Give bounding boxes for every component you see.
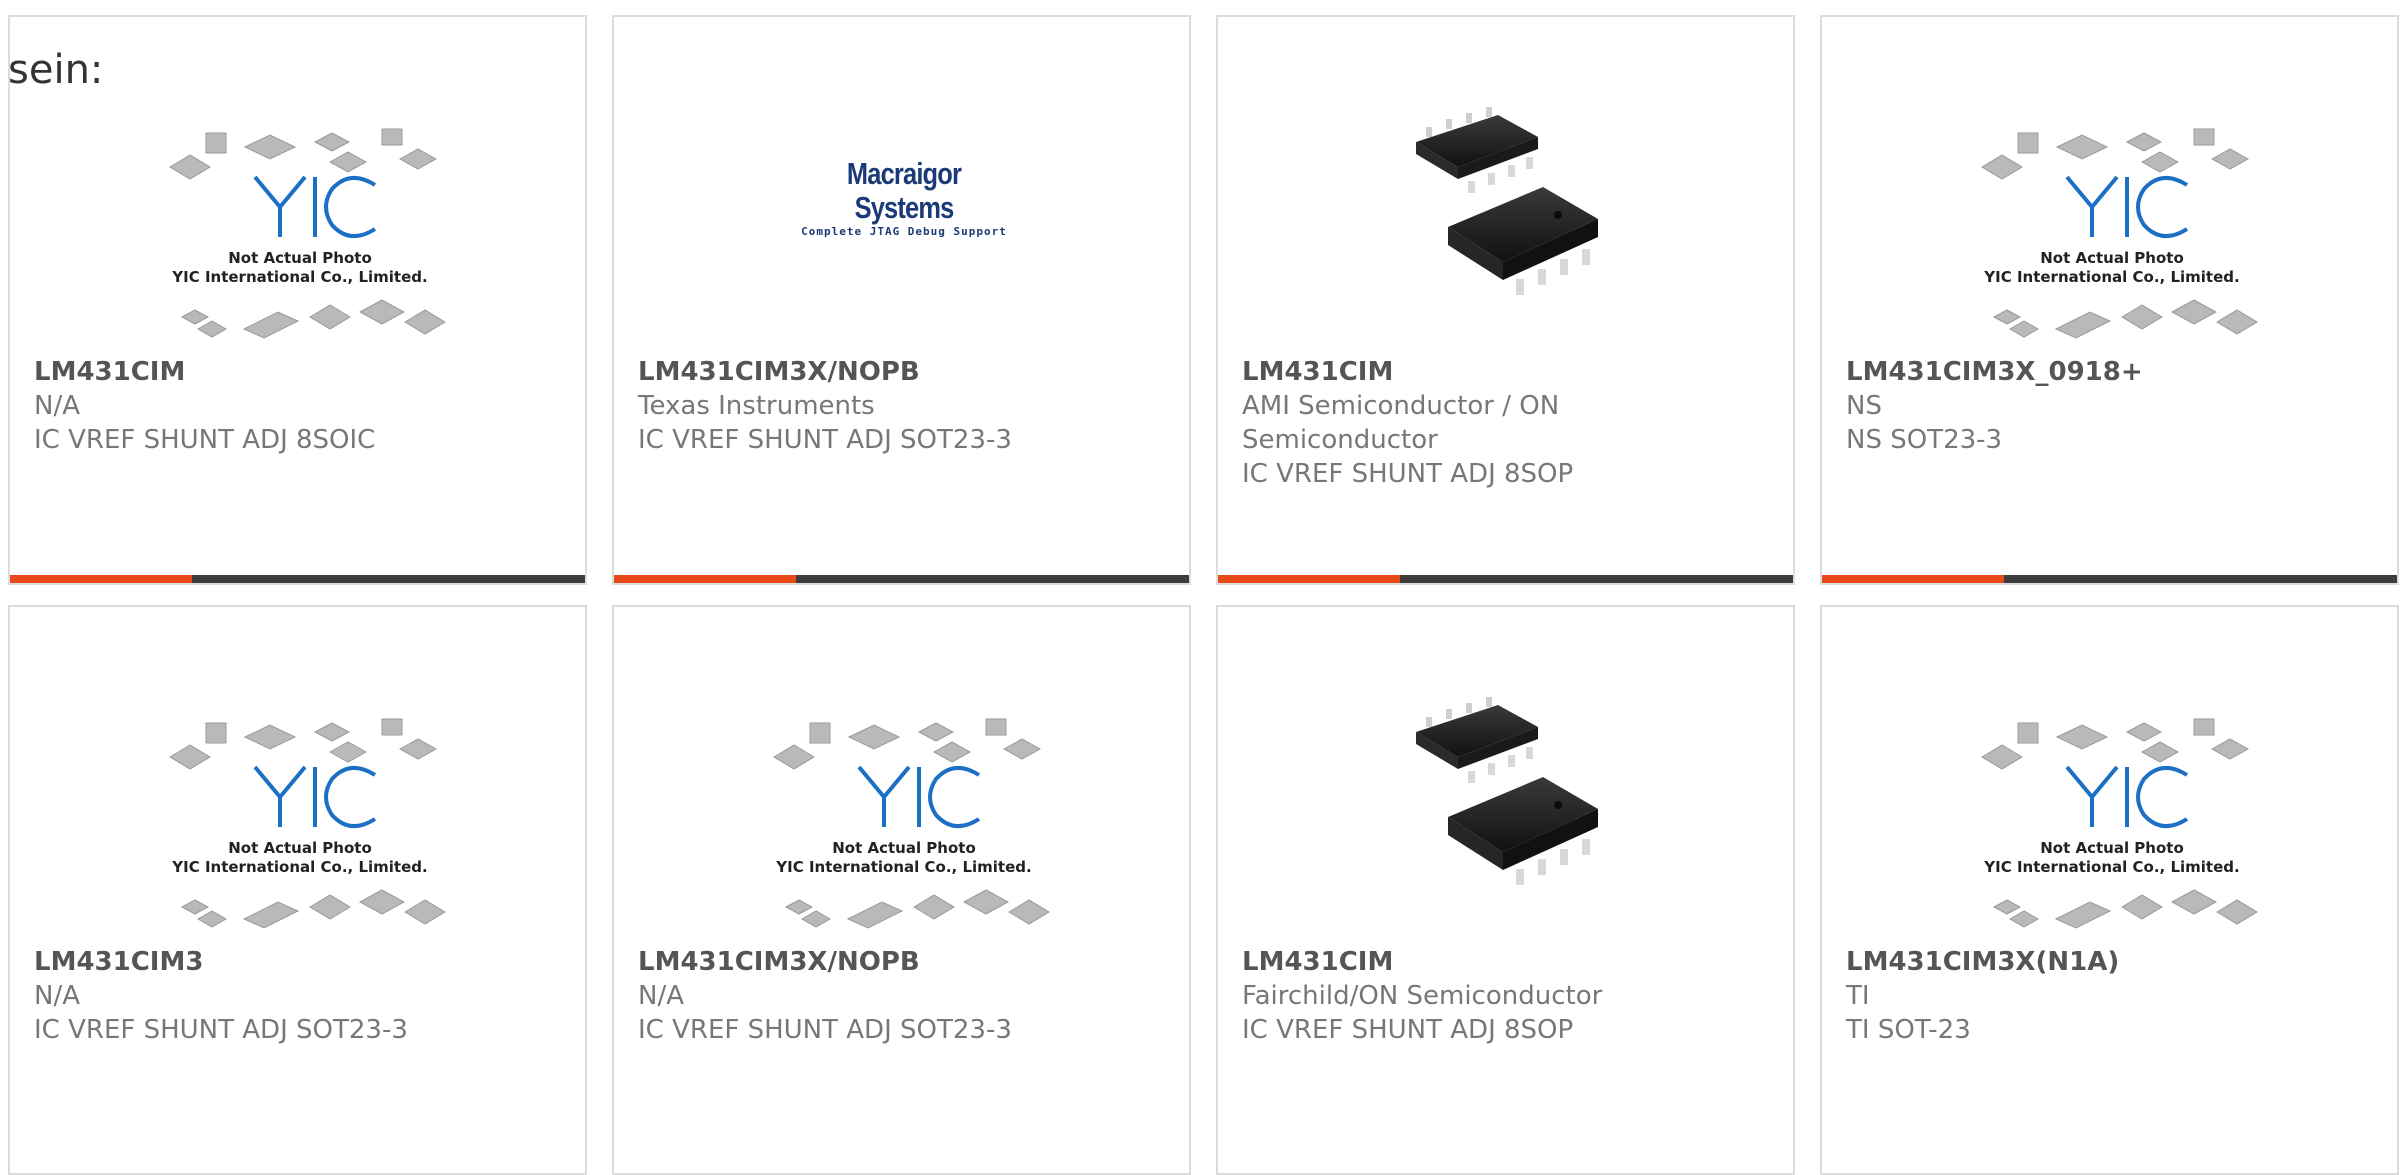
svg-text:YIC International Co., Limited: YIC International Co., Limited. — [171, 268, 427, 286]
svg-text:YIC International Co., Limited: YIC International Co., Limited. — [1983, 268, 2239, 286]
product-grid: Not Actual Photo YIC International Co., … — [8, 15, 2399, 1175]
svg-text:Not Actual Photo: Not Actual Photo — [2040, 839, 2184, 857]
macraigor-logo[interactable]: Macraigor Systems Complete JTAG Debug Su… — [794, 156, 1014, 239]
svg-text:Not Actual Photo: Not Actual Photo — [228, 249, 372, 267]
chip-placeholder-icon: Not Actual Photo YIC International Co., … — [773, 718, 1050, 929]
svg-text:YIC International Co., Limited: YIC International Co., Limited. — [171, 858, 427, 876]
chip-placeholder-icon: Not Actual Photo YIC International Co., … — [1981, 718, 2258, 929]
manufacturer: N/A — [34, 981, 80, 1011]
svg-text:Not Actual Photo: Not Actual Photo — [228, 839, 372, 857]
description: NS SOT23-3 — [1846, 425, 2003, 455]
product-image-placeholder[interactable]: Not Actual Photo YIC International Co., … — [1932, 107, 2292, 357]
product-card[interactable]: Not Actual Photo YIC International Co., … — [8, 15, 587, 585]
product-card[interactable]: Not Actual Photo YIC International Co., … — [1820, 605, 2399, 1175]
product-info: LM431CIM Fairchild/ON Semiconductor IC V… — [1242, 945, 1762, 1047]
product-image-placeholder[interactable]: Not Actual Photo YIC International Co., … — [724, 697, 1084, 947]
part-number[interactable]: LM431CIM3X/NOPB — [638, 355, 1158, 389]
product-info: LM431CIM3X_0918+ NS NS SOT23-3 — [1846, 355, 2366, 457]
product-info: LM431CIM3X(N1A) TI TI SOT-23 — [1846, 945, 2366, 1047]
part-number[interactable]: LM431CIM3X(N1A) — [1846, 945, 2366, 979]
manufacturer: N/A — [638, 981, 684, 1011]
manufacturer: TI — [1846, 981, 1870, 1011]
svg-text:YIC International Co., Limited: YIC International Co., Limited. — [1983, 858, 2239, 876]
product-info: LM431CIM N/A IC VREF SHUNT ADJ 8SOIC — [34, 355, 554, 457]
product-image-placeholder[interactable]: Not Actual Photo YIC International Co., … — [120, 107, 480, 357]
card-accent-bar — [1822, 575, 2397, 583]
manufacturer: AMI Semiconductor / ON Semiconductor — [1242, 391, 1560, 455]
card-accent-bar — [614, 575, 1189, 583]
product-image-placeholder[interactable]: Not Actual Photo YIC International Co., … — [1932, 697, 2292, 947]
description: IC VREF SHUNT ADJ SOT23-3 — [34, 1015, 408, 1045]
part-number[interactable]: LM431CIM — [1242, 945, 1762, 979]
description: IC VREF SHUNT ADJ 8SOP — [1242, 459, 1574, 489]
manufacturer: N/A — [34, 391, 80, 421]
product-card[interactable]: Macraigor Systems Complete JTAG Debug Su… — [612, 15, 1191, 585]
product-info: LM431CIM AMI Semiconductor / ON Semicond… — [1242, 355, 1762, 491]
description: IC VREF SHUNT ADJ SOT23-3 — [638, 425, 1012, 455]
product-info: LM431CIM3X/NOPB Texas Instruments IC VRE… — [638, 355, 1158, 457]
part-number[interactable]: LM431CIM — [1242, 355, 1762, 389]
macraigor-tagline: Complete JTAG Debug Support — [801, 225, 1007, 238]
manufacturer: NS — [1846, 391, 1882, 421]
description: TI SOT-23 — [1846, 1015, 1971, 1045]
product-card[interactable]: Not Actual Photo YIC International Co., … — [612, 605, 1191, 1175]
product-card[interactable]: LM431CIM AMI Semiconductor / ON Semicond… — [1216, 15, 1795, 585]
card-accent-bar — [10, 575, 585, 583]
lead-text: sein: — [8, 47, 104, 93]
svg-text:Not Actual Photo: Not Actual Photo — [2040, 249, 2184, 267]
product-info: LM431CIM3X/NOPB N/A IC VREF SHUNT ADJ SO… — [638, 945, 1158, 1047]
description: IC VREF SHUNT ADJ 8SOIC — [34, 425, 376, 455]
product-image-placeholder[interactable]: Not Actual Photo YIC International Co., … — [120, 697, 480, 947]
part-number[interactable]: LM431CIM — [34, 355, 554, 389]
chip-placeholder-icon: Not Actual Photo YIC International Co., … — [169, 718, 446, 929]
soic8-chip-icon — [1416, 107, 1598, 295]
part-number[interactable]: LM431CIM3X/NOPB — [638, 945, 1158, 979]
product-info: LM431CIM3 N/A IC VREF SHUNT ADJ SOT23-3 — [34, 945, 554, 1047]
soic8-chip-photo[interactable] — [1398, 677, 1618, 897]
manufacturer: Texas Instruments — [638, 391, 875, 421]
description: IC VREF SHUNT ADJ SOT23-3 — [638, 1015, 1012, 1045]
product-card[interactable]: LM431CIM Fairchild/ON Semiconductor IC V… — [1216, 605, 1795, 1175]
product-card[interactable]: Not Actual Photo YIC International Co., … — [1820, 15, 2399, 585]
soic8-chip-photo[interactable] — [1398, 87, 1618, 307]
svg-text:YIC International Co., Limited: YIC International Co., Limited. — [775, 858, 1031, 876]
description: IC VREF SHUNT ADJ 8SOP — [1242, 1015, 1574, 1045]
product-card[interactable]: Not Actual Photo YIC International Co., … — [8, 605, 587, 1175]
chip-placeholder-icon: Not Actual Photo YIC International Co., … — [169, 128, 446, 339]
soic8-chip-icon — [1416, 697, 1598, 885]
part-number[interactable]: LM431CIM3X_0918+ — [1846, 355, 2366, 389]
part-number[interactable]: LM431CIM3 — [34, 945, 554, 979]
manufacturer: Fairchild/ON Semiconductor — [1242, 981, 1603, 1011]
macraigor-brand: Macraigor Systems — [846, 156, 962, 225]
card-accent-bar — [1218, 575, 1793, 583]
chip-placeholder-icon: Not Actual Photo YIC International Co., … — [1981, 128, 2258, 339]
svg-text:Not Actual Photo: Not Actual Photo — [832, 839, 976, 857]
